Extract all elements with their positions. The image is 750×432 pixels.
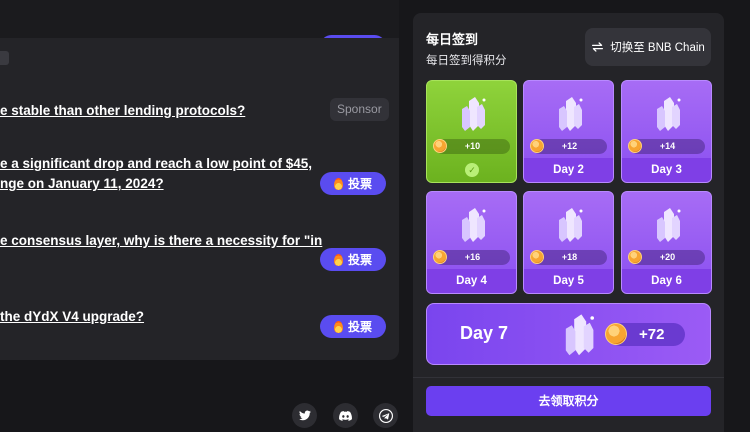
panel-title: 每日签到 bbox=[426, 32, 479, 47]
vote-button[interactable]: 投票 bbox=[320, 248, 386, 271]
coin-icon bbox=[605, 323, 627, 345]
crystal-icon bbox=[657, 208, 681, 242]
points-pill: +18 bbox=[530, 250, 607, 265]
coin-icon bbox=[530, 250, 544, 264]
claim-points-button[interactable]: 去领取积分 bbox=[426, 386, 711, 416]
twitter-button[interactable] bbox=[292, 403, 317, 428]
points-pill: +14 bbox=[628, 139, 705, 154]
crystal-icon bbox=[462, 97, 486, 131]
day-card-7[interactable]: Day 7 +72 bbox=[426, 303, 711, 365]
crystal-icon bbox=[559, 97, 583, 131]
vote-label: 投票 bbox=[347, 320, 372, 334]
daily-checkin-panel: 每日签到 每日签到得积分 切换至 BNB Chain +10 ✓ +12 Day… bbox=[413, 13, 724, 432]
vote-button[interactable]: 投票 bbox=[320, 315, 386, 338]
switch-chain-button[interactable]: 切换至 BNB Chain bbox=[585, 28, 711, 66]
fire-icon bbox=[333, 253, 343, 266]
points-pill: +10 bbox=[433, 139, 510, 154]
crystal-icon bbox=[559, 208, 583, 242]
discord-button[interactable] bbox=[333, 403, 358, 428]
day7-points-pill: +72 bbox=[605, 323, 685, 346]
telegram-button[interactable] bbox=[373, 403, 398, 428]
points-pill: +16 bbox=[433, 250, 510, 265]
question-link[interactable]: e a significant drop and reach a low poi… bbox=[0, 153, 312, 174]
vote-button[interactable]: 投票 bbox=[320, 172, 386, 195]
telegram-icon bbox=[378, 408, 393, 423]
coin-icon bbox=[628, 250, 642, 264]
questions-panel: e stable than other lending protocols? S… bbox=[0, 38, 399, 360]
points-pill: +20 bbox=[628, 250, 705, 265]
day-label: Day 6 bbox=[622, 269, 711, 293]
coin-icon bbox=[433, 250, 447, 264]
day-label: Day 4 bbox=[427, 269, 516, 293]
coin-icon bbox=[433, 139, 447, 153]
left-top-strip bbox=[0, 0, 399, 38]
fire-icon bbox=[333, 320, 343, 333]
check-icon: ✓ bbox=[465, 163, 479, 177]
tag-fragment bbox=[0, 51, 9, 65]
question-link[interactable]: the dYdX V4 upgrade? bbox=[0, 306, 144, 327]
sponsor-badge: Sponsor bbox=[330, 98, 389, 121]
panel-subtitle: 每日签到得积分 bbox=[426, 55, 507, 67]
day-card-6[interactable]: +20 Day 6 bbox=[621, 191, 712, 294]
switch-chain-label: 切换至 BNB Chain bbox=[610, 42, 705, 54]
day-card-1[interactable]: +10 ✓ bbox=[426, 80, 517, 183]
points-pill: +12 bbox=[530, 139, 607, 154]
coin-icon bbox=[530, 139, 544, 153]
day-label: Day 2 bbox=[524, 158, 613, 182]
day-label: Day 5 bbox=[524, 269, 613, 293]
divider bbox=[413, 377, 724, 378]
swap-icon bbox=[592, 42, 604, 52]
day-card-2[interactable]: +12 Day 2 bbox=[523, 80, 614, 183]
crystal-icon bbox=[565, 314, 594, 356]
crystal-icon bbox=[657, 97, 681, 131]
question-link[interactable]: e consensus layer, why is there a necess… bbox=[0, 230, 322, 251]
day-card-5[interactable]: +18 Day 5 bbox=[523, 191, 614, 294]
day7-label: Day 7 bbox=[460, 323, 509, 343]
coin-icon bbox=[628, 139, 642, 153]
vote-label: 投票 bbox=[347, 177, 372, 191]
twitter-icon bbox=[298, 410, 311, 421]
fire-icon bbox=[333, 177, 343, 190]
day-label: Day 3 bbox=[622, 158, 711, 182]
crystal-icon bbox=[462, 208, 486, 242]
vote-label: 投票 bbox=[347, 253, 372, 267]
question-link-line2[interactable]: nge on January 11, 2024? bbox=[0, 173, 164, 194]
day-card-3[interactable]: +14 Day 3 bbox=[621, 80, 712, 183]
day-card-4[interactable]: +16 Day 4 bbox=[426, 191, 517, 294]
question-link[interactable]: e stable than other lending protocols? bbox=[0, 100, 245, 121]
discord-icon bbox=[339, 410, 352, 421]
